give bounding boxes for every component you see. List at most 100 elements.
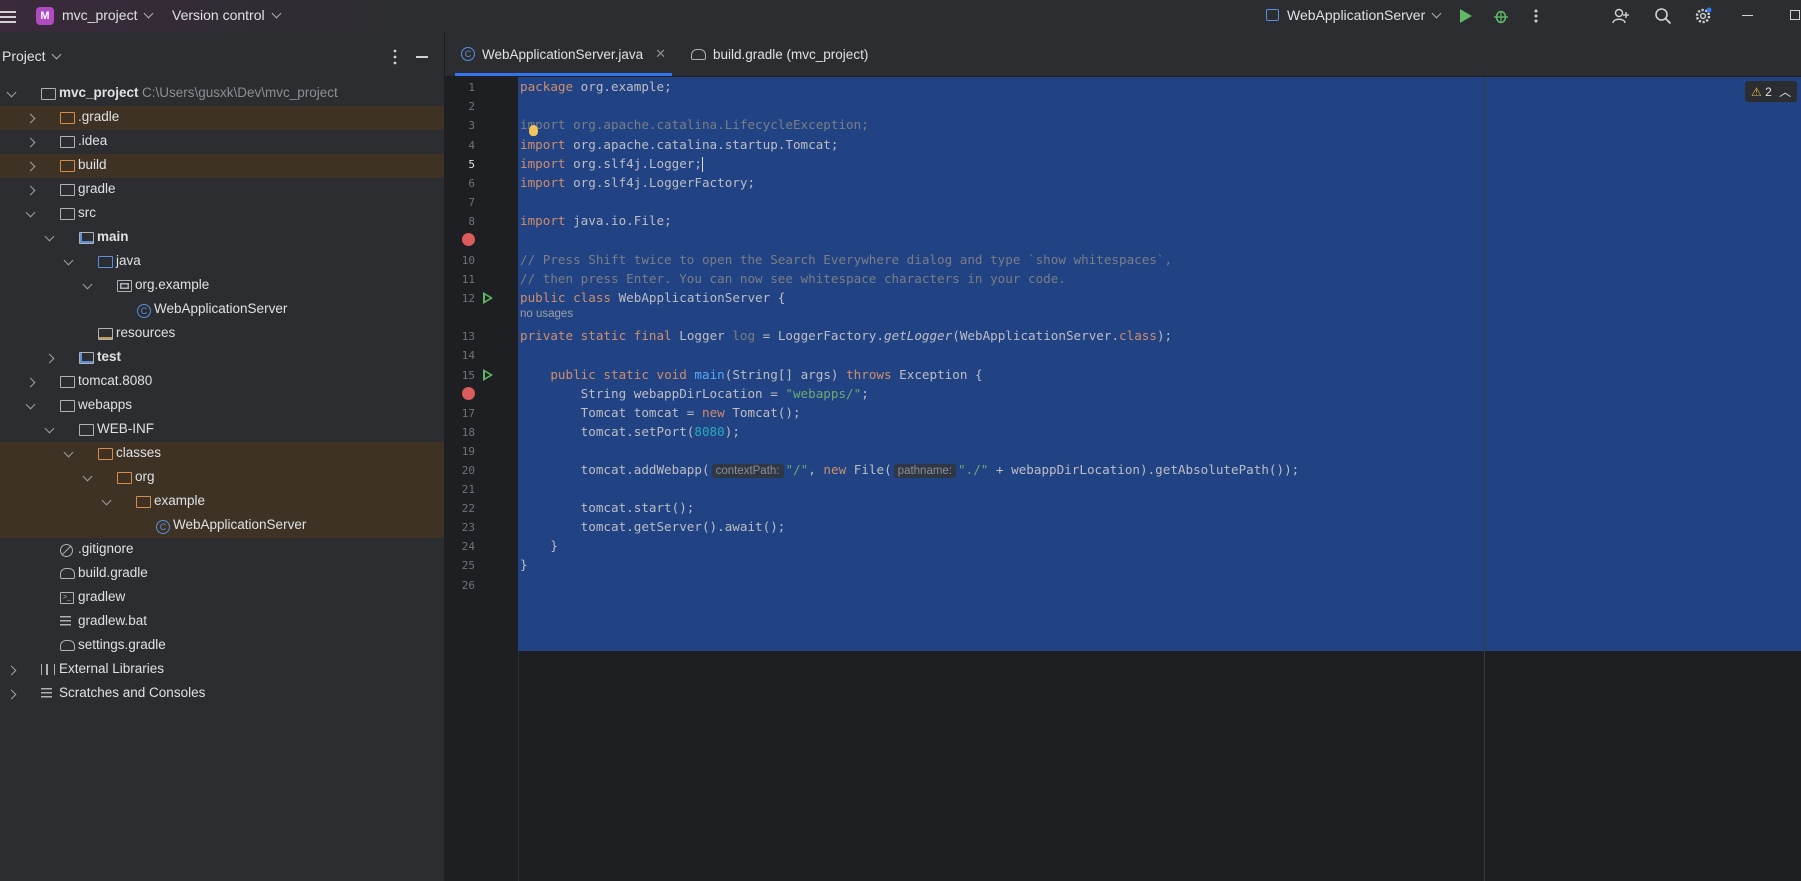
tree-row[interactable]: org.example (0, 274, 444, 298)
breakpoint-icon[interactable] (462, 387, 475, 400)
tree-row[interactable]: .gradle (0, 106, 444, 130)
code-editor[interactable]: 1234567891011121314151617181920212223242… (445, 77, 1801, 881)
chevron-down-icon[interactable] (25, 399, 36, 410)
tree-row[interactable]: C WebApplicationServer (0, 298, 444, 322)
line-number[interactable]: 18 (445, 426, 475, 439)
tree-row[interactable]: resources (0, 322, 444, 346)
line-number[interactable]: 24 (445, 540, 475, 553)
add-user-icon[interactable] (1612, 7, 1630, 25)
tree-row[interactable]: gradle (0, 178, 444, 202)
line-number[interactable]: 21 (445, 483, 475, 496)
run-gutter-icon[interactable] (483, 292, 493, 304)
line-number[interactable]: 5 (445, 158, 475, 171)
line-number[interactable]: 23 (445, 521, 475, 534)
main-menu-icon[interactable] (0, 9, 16, 25)
tab-build-gradle[interactable]: build.gradle (mvc_project) (685, 32, 874, 76)
tree-row[interactable]: classes (0, 442, 444, 466)
debug-icon[interactable] (1493, 8, 1509, 24)
tree-row[interactable]: src (0, 202, 444, 226)
tree-row[interactable]: settings.gradle (0, 634, 444, 658)
run-config-selector[interactable]: WebApplicationServer (1266, 7, 1442, 23)
tree-row[interactable]: gradlew.bat (0, 610, 444, 634)
tab-webapplicationserver-java[interactable]: C WebApplicationServer.java ✕ (455, 32, 672, 76)
chevron-down-icon[interactable] (44, 423, 55, 434)
line-number[interactable]: 26 (445, 579, 475, 592)
line-number[interactable]: 10 (445, 254, 475, 267)
line-number[interactable]: 19 (445, 445, 475, 458)
line-number[interactable]: 2 (445, 100, 475, 113)
line-number[interactable]: 13 (445, 330, 475, 343)
chevron-right-icon[interactable] (6, 665, 17, 676)
class-icon: C (156, 520, 170, 534)
chevron-down-icon[interactable] (82, 471, 93, 482)
tree-row[interactable]: .idea (0, 130, 444, 154)
line-number[interactable]: 11 (445, 273, 475, 286)
intention-bulb-icon[interactable] (529, 125, 538, 136)
breakpoint-icon[interactable] (462, 233, 475, 246)
code-line: import org.slf4j.LoggerFactory; (520, 175, 756, 190)
maximize-window-icon[interactable] (1790, 10, 1800, 20)
tree-row[interactable]: example (0, 490, 444, 514)
more-actions-icon[interactable] (1528, 8, 1544, 24)
chevron-down-icon[interactable] (25, 207, 36, 218)
line-number[interactable]: 6 (445, 177, 475, 190)
line-number[interactable]: 25 (445, 559, 475, 572)
run-icon[interactable] (1460, 9, 1472, 23)
tree-row[interactable]: java (0, 250, 444, 274)
editor-gutter[interactable]: 1234567891011121314151617181920212223242… (445, 77, 519, 881)
tree-row[interactable]: tomcat.8080 (0, 370, 444, 394)
settings-gear-icon[interactable] (1694, 7, 1712, 25)
chevron-down-icon[interactable] (101, 495, 112, 506)
line-number[interactable]: 17 (445, 407, 475, 420)
tree-row[interactable]: webapps (0, 394, 444, 418)
line-number[interactable]: 7 (445, 196, 475, 209)
inspection-widget[interactable]: ⚠ 2 ︿ (1745, 81, 1798, 102)
tree-row[interactable]: .gitignore (0, 538, 444, 562)
tree-row[interactable]: WEB-INF (0, 418, 444, 442)
project-switcher[interactable]: mvc_project (62, 7, 154, 23)
close-tab-icon[interactable]: ✕ (655, 46, 666, 62)
chevron-up-icon[interactable]: ︿ (1779, 85, 1791, 99)
line-number[interactable]: 12 (445, 292, 475, 305)
usages-hint[interactable]: no usages (520, 308, 573, 320)
tree-row[interactable]: >_ gradlew (0, 586, 444, 610)
chevron-right-icon[interactable] (25, 137, 36, 148)
chevron-right-icon[interactable] (25, 185, 36, 196)
line-number[interactable]: 3 (445, 119, 475, 132)
run-gutter-icon[interactable] (483, 369, 493, 381)
line-number[interactable]: 1 (445, 81, 475, 94)
tree-row[interactable]: org (0, 466, 444, 490)
chevron-right-icon[interactable] (25, 161, 36, 172)
line-number[interactable]: 8 (445, 215, 475, 228)
project-badge-icon[interactable]: M (36, 7, 54, 25)
tree-row[interactable]: main (0, 226, 444, 250)
hide-panel-icon[interactable] (416, 56, 428, 58)
line-number[interactable]: 15 (445, 369, 475, 382)
tree-row[interactable]: Scratches and Consoles (0, 682, 444, 706)
chevron-right-icon[interactable] (6, 689, 17, 700)
tree-row[interactable]: test (0, 346, 444, 370)
project-view-selector[interactable]: Project (2, 48, 62, 64)
tree-row[interactable]: build.gradle (0, 562, 444, 586)
chevron-down-icon[interactable] (63, 447, 74, 458)
line-number[interactable]: 22 (445, 502, 475, 515)
line-number[interactable]: 14 (445, 349, 475, 362)
chevron-right-icon[interactable] (25, 377, 36, 388)
chevron-right-icon[interactable] (44, 353, 55, 364)
chevron-right-icon[interactable] (25, 113, 36, 124)
search-icon[interactable] (1654, 7, 1672, 25)
chevron-down-icon[interactable] (44, 231, 55, 242)
line-number[interactable]: 4 (445, 139, 475, 152)
panel-options-icon[interactable] (392, 49, 398, 68)
tree-row[interactable]: C WebApplicationServer (0, 514, 444, 538)
chevron-down-icon[interactable] (6, 87, 17, 98)
tree-row[interactable]: mvc_project C:\Users\gusxk\Dev\mvc_projec… (0, 82, 444, 106)
tree-row[interactable]: External Libraries (0, 658, 444, 682)
minimize-window-icon[interactable] (1742, 15, 1753, 16)
tree-row[interactable]: build (0, 154, 444, 178)
version-control-menu[interactable]: Version control (172, 7, 282, 23)
chevron-down-icon[interactable] (82, 279, 93, 290)
gradle-icon (60, 568, 75, 579)
chevron-down-icon[interactable] (63, 255, 74, 266)
line-number[interactable]: 20 (445, 464, 475, 477)
